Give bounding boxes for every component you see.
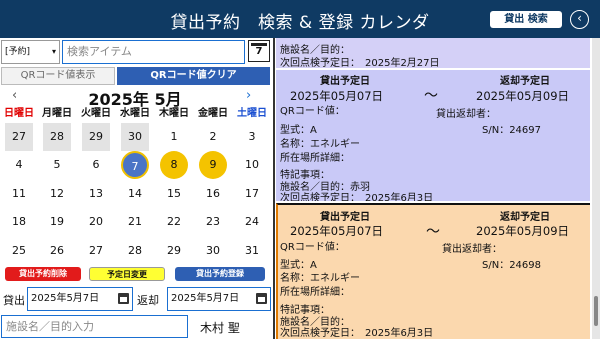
weekday-label: 水曜日 xyxy=(120,108,150,119)
calendar-day[interactable]: 12 xyxy=(43,180,71,208)
qr-show-button[interactable]: QRコード値表示 xyxy=(1,67,115,85)
calendar-day[interactable]: 4 xyxy=(5,151,33,179)
calendar-day[interactable]: 19 xyxy=(43,208,71,236)
calendar-day[interactable]: 28 xyxy=(43,123,71,151)
calendar-day[interactable]: 8 xyxy=(160,151,188,179)
qr-value-text: QRコード値： xyxy=(280,242,345,253)
next-check-text: 次回点検予定日： 2025年2月27日 xyxy=(280,58,440,68)
return-date-header: 返却予定日 xyxy=(500,76,550,87)
calendar-day[interactable]: 30 xyxy=(199,237,227,265)
calendar-day[interactable]: 11 xyxy=(5,180,33,208)
calendar-day[interactable]: 24 xyxy=(238,208,266,236)
return-date-text: 2025年05月09日 xyxy=(476,224,570,238)
lend-date-picker[interactable]: 2025年5月7日 xyxy=(27,287,133,311)
prev-month-icon[interactable]: ‹ xyxy=(12,88,17,103)
calendar-day[interactable]: 26 xyxy=(43,237,71,265)
weekday-label: 火曜日 xyxy=(81,108,111,119)
calendar-day[interactable]: 7 xyxy=(121,151,149,179)
calendar-day[interactable]: 27 xyxy=(82,237,110,265)
scrollbar[interactable] xyxy=(592,38,600,339)
calendar-day[interactable]: 15 xyxy=(160,180,188,208)
tilde-text: 〜 xyxy=(426,224,440,240)
weekday-label: 月曜日 xyxy=(42,108,72,119)
calendar-day[interactable]: 14 xyxy=(121,180,149,208)
delete-reservation-button[interactable]: 貸出予約削除 xyxy=(5,267,81,281)
item-name-text: 名称：エネルギー xyxy=(280,273,360,284)
next-check-text: 次回点検予定日： 2025年6月3日 xyxy=(280,193,434,201)
location-text: 所在場所詳細： xyxy=(280,153,350,164)
calendar-day[interactable]: 6 xyxy=(82,151,110,179)
calendar-day[interactable]: 23 xyxy=(199,208,227,236)
lend-label: 貸出 xyxy=(3,294,25,307)
return-date-picker[interactable]: 2025年5月7日 xyxy=(167,287,271,311)
panel-divider xyxy=(273,38,275,339)
lend-date-text: 2025年05月07日 xyxy=(290,224,384,238)
item-name-text: 名称：エネルギー xyxy=(280,139,360,150)
return-date-value: 2025年5月7日 xyxy=(171,293,240,304)
calendar-icon[interactable]: 7 xyxy=(248,40,270,62)
serial-text: S/N：24697 xyxy=(482,125,542,136)
calendar-day[interactable]: 29 xyxy=(160,237,188,265)
qr-clear-button[interactable]: QRコード値クリア xyxy=(117,67,270,85)
calendar-day[interactable]: 18 xyxy=(5,208,33,236)
calendar-day[interactable]: 20 xyxy=(82,208,110,236)
calendar-day[interactable]: 31 xyxy=(238,237,266,265)
reservation-card-selected[interactable]: 貸出予定日 返却予定日 2025年05月07日 〜 2025年05月09日 QR… xyxy=(276,203,590,339)
back-icon[interactable]: ‹ xyxy=(570,10,589,29)
location-text: 所在場所詳細： xyxy=(280,287,350,298)
item-search-input[interactable]: 検索アイテム xyxy=(62,40,245,64)
calendar-day[interactable]: 25 xyxy=(5,237,33,265)
lend-search-button[interactable]: 貸出 検索 xyxy=(490,11,562,28)
purpose-input[interactable]: 施設名／目的入力 xyxy=(1,315,188,338)
calendar-icon xyxy=(118,293,129,304)
qr-value-text: QRコード値： xyxy=(280,106,345,117)
weekday-label: 土曜日 xyxy=(237,108,267,119)
next-month-icon[interactable]: › xyxy=(246,88,251,103)
reservation-card[interactable]: 貸出予定日 返却予定日 2025年05月07日 〜 2025年05月09日 QR… xyxy=(276,70,590,201)
serial-text: S/N：24698 xyxy=(482,260,542,271)
calendar-day[interactable]: 1 xyxy=(160,123,188,151)
status-filter-select[interactable]: [予約] ▾ xyxy=(1,40,60,64)
app-header: 貸出予約 検索 & 登録 カレンダ 貸出 検索 ‹ xyxy=(0,0,600,38)
lend-date-value: 2025年5月7日 xyxy=(31,293,100,304)
next-check-text: 次回点検予定日： 2025年6月3日 xyxy=(280,328,434,339)
return-label: 返却 xyxy=(137,294,159,307)
user-name: 木村 聖 xyxy=(200,321,240,335)
tilde-text: 〜 xyxy=(424,88,438,104)
calendar-day[interactable]: 17 xyxy=(238,180,266,208)
reservation-card[interactable]: 施設名／目的： 次回点検予定日： 2025年2月27日 xyxy=(276,38,590,68)
scrollbar-thumb[interactable] xyxy=(594,296,598,326)
calendar-day[interactable]: 9 xyxy=(199,151,227,179)
calendar-day[interactable]: 21 xyxy=(121,208,149,236)
weekday-label: 日曜日 xyxy=(4,108,34,119)
returner-text: 貸出返却者： xyxy=(436,109,496,120)
return-date-header: 返却予定日 xyxy=(500,212,550,223)
calendar-icon xyxy=(256,293,267,304)
chevron-down-icon: ▾ xyxy=(51,47,56,56)
change-date-button[interactable]: 予定日変更 xyxy=(89,267,165,281)
calendar-day[interactable]: 30 xyxy=(121,123,149,151)
return-date-text: 2025年05月09日 xyxy=(476,89,570,103)
calendar-day[interactable]: 3 xyxy=(238,123,266,151)
weekday-label: 木曜日 xyxy=(159,108,189,119)
calendar-day[interactable]: 29 xyxy=(82,123,110,151)
calendar-day[interactable]: 2 xyxy=(199,123,227,151)
calendar-day[interactable]: 10 xyxy=(238,151,266,179)
calendar-day[interactable]: 5 xyxy=(43,151,71,179)
calendar-day[interactable]: 28 xyxy=(121,237,149,265)
weekday-label: 金曜日 xyxy=(198,108,228,119)
calendar-day[interactable]: 22 xyxy=(160,208,188,236)
lend-date-header: 貸出予定日 xyxy=(320,212,370,223)
returner-text: 貸出返却者： xyxy=(442,244,502,255)
model-text: 型式：A xyxy=(280,125,317,136)
calendar-day[interactable]: 27 xyxy=(5,123,33,151)
calendar-day[interactable]: 16 xyxy=(199,180,227,208)
calendar-day[interactable]: 13 xyxy=(82,180,110,208)
status-filter-value: [予約] xyxy=(5,47,31,57)
lend-date-header: 貸出予定日 xyxy=(320,76,370,87)
register-reservation-button[interactable]: 貸出予約登録 xyxy=(175,267,265,281)
